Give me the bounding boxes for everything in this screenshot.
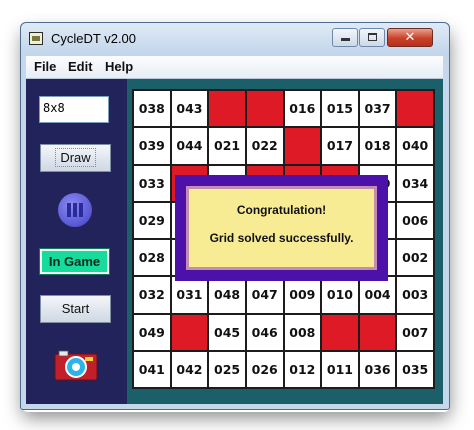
blocked-cell[interactable] (359, 314, 396, 350)
draw-button-label: Draw (55, 148, 96, 167)
grid-cell[interactable]: 042 (171, 351, 208, 387)
grid-cell[interactable]: 018 (359, 128, 396, 164)
blocked-cell[interactable] (171, 314, 208, 350)
grid-cell[interactable]: 034 (397, 165, 433, 201)
blocked-cell[interactable] (397, 91, 433, 127)
grid-cell[interactable]: 006 (397, 202, 433, 238)
grid-cell[interactable]: 047 (246, 277, 283, 313)
window-title: CycleDT v2.00 (51, 31, 137, 46)
blocked-cell[interactable] (322, 314, 358, 350)
blocked-cell[interactable] (246, 91, 283, 127)
grid-cell[interactable]: 041 (134, 351, 170, 387)
minimize-icon (341, 38, 350, 41)
maximize-icon (368, 33, 377, 41)
grid-cell[interactable]: 028 (134, 240, 170, 276)
grid-cell[interactable]: 046 (246, 314, 283, 350)
client-area: 8x8 Draw In Game Start 038 043 016 015 037 03… (26, 79, 443, 404)
grid-cell[interactable]: 010 (322, 277, 358, 313)
menu-edit[interactable]: Edit (68, 59, 93, 74)
grid-cell[interactable]: 017 (322, 128, 358, 164)
dialog-title: Congratulation! (236, 203, 327, 217)
grid-cell[interactable]: 003 (397, 277, 433, 313)
blocked-cell[interactable] (284, 128, 321, 164)
grid-cell[interactable]: 021 (209, 128, 245, 164)
grid-cell[interactable]: 016 (284, 91, 321, 127)
close-button[interactable]: ✕ (387, 28, 433, 47)
grid-cell[interactable]: 015 (322, 91, 358, 127)
grid-cell[interactable]: 012 (284, 351, 321, 387)
game-status-badge: In Game (39, 248, 110, 275)
grid-cell[interactable]: 032 (134, 277, 170, 313)
camera-icon[interactable] (54, 349, 98, 381)
close-icon: ✕ (404, 30, 416, 45)
dialog-message: Grid solved successfully. (209, 231, 354, 245)
side-panel: 8x8 Draw In Game Start (26, 79, 127, 404)
pause-icon[interactable] (58, 193, 92, 227)
game-board: 038 043 016 015 037 039 044 021 022 017 018 040 033 0… (127, 79, 443, 404)
draw-button[interactable]: Draw (40, 144, 111, 172)
grid-cell[interactable]: 022 (246, 128, 283, 164)
menu-bar: File Edit Help (26, 56, 443, 79)
app-icon (29, 32, 43, 45)
grid-cell[interactable]: 011 (322, 351, 358, 387)
grid-cell[interactable]: 045 (209, 314, 245, 350)
grid-cell[interactable]: 044 (171, 128, 208, 164)
grid-size-input[interactable]: 8x8 (39, 96, 109, 123)
grid-cell[interactable]: 038 (134, 91, 170, 127)
grid-cell[interactable]: 025 (209, 351, 245, 387)
grid-cell[interactable]: 031 (171, 277, 208, 313)
grid-cell[interactable]: 039 (134, 128, 170, 164)
minimize-button[interactable] (332, 28, 358, 47)
success-dialog: Congratulation! Grid solved successfully… (175, 175, 388, 281)
grid-cell[interactable]: 008 (284, 314, 321, 350)
grid-cell[interactable]: 037 (359, 91, 396, 127)
app-window: CycleDT v2.00 ✕ File Edit Help 8x8 Draw … (20, 22, 450, 410)
grid-cell[interactable]: 043 (171, 91, 208, 127)
grid-cell[interactable]: 004 (359, 277, 396, 313)
grid-cell[interactable]: 049 (134, 314, 170, 350)
menu-file[interactable]: File (34, 59, 56, 74)
blocked-cell[interactable] (209, 91, 245, 127)
grid-cell[interactable]: 040 (397, 128, 433, 164)
grid-cell[interactable]: 007 (397, 314, 433, 350)
grid-cell[interactable]: 026 (246, 351, 283, 387)
grid-cell[interactable]: 033 (134, 165, 170, 201)
maximize-button[interactable] (359, 28, 385, 47)
grid-cell[interactable]: 029 (134, 202, 170, 238)
grid-cell[interactable]: 035 (397, 351, 433, 387)
grid-cell[interactable]: 048 (209, 277, 245, 313)
grid-cell[interactable]: 036 (359, 351, 396, 387)
menu-help[interactable]: Help (105, 59, 133, 74)
title-bar[interactable]: CycleDT v2.00 ✕ (21, 23, 449, 55)
success-dialog-body: Congratulation! Grid solved successfully… (186, 186, 377, 270)
grid-cell[interactable]: 009 (284, 277, 321, 313)
start-button[interactable]: Start (40, 295, 111, 323)
grid-cell[interactable]: 002 (397, 240, 433, 276)
